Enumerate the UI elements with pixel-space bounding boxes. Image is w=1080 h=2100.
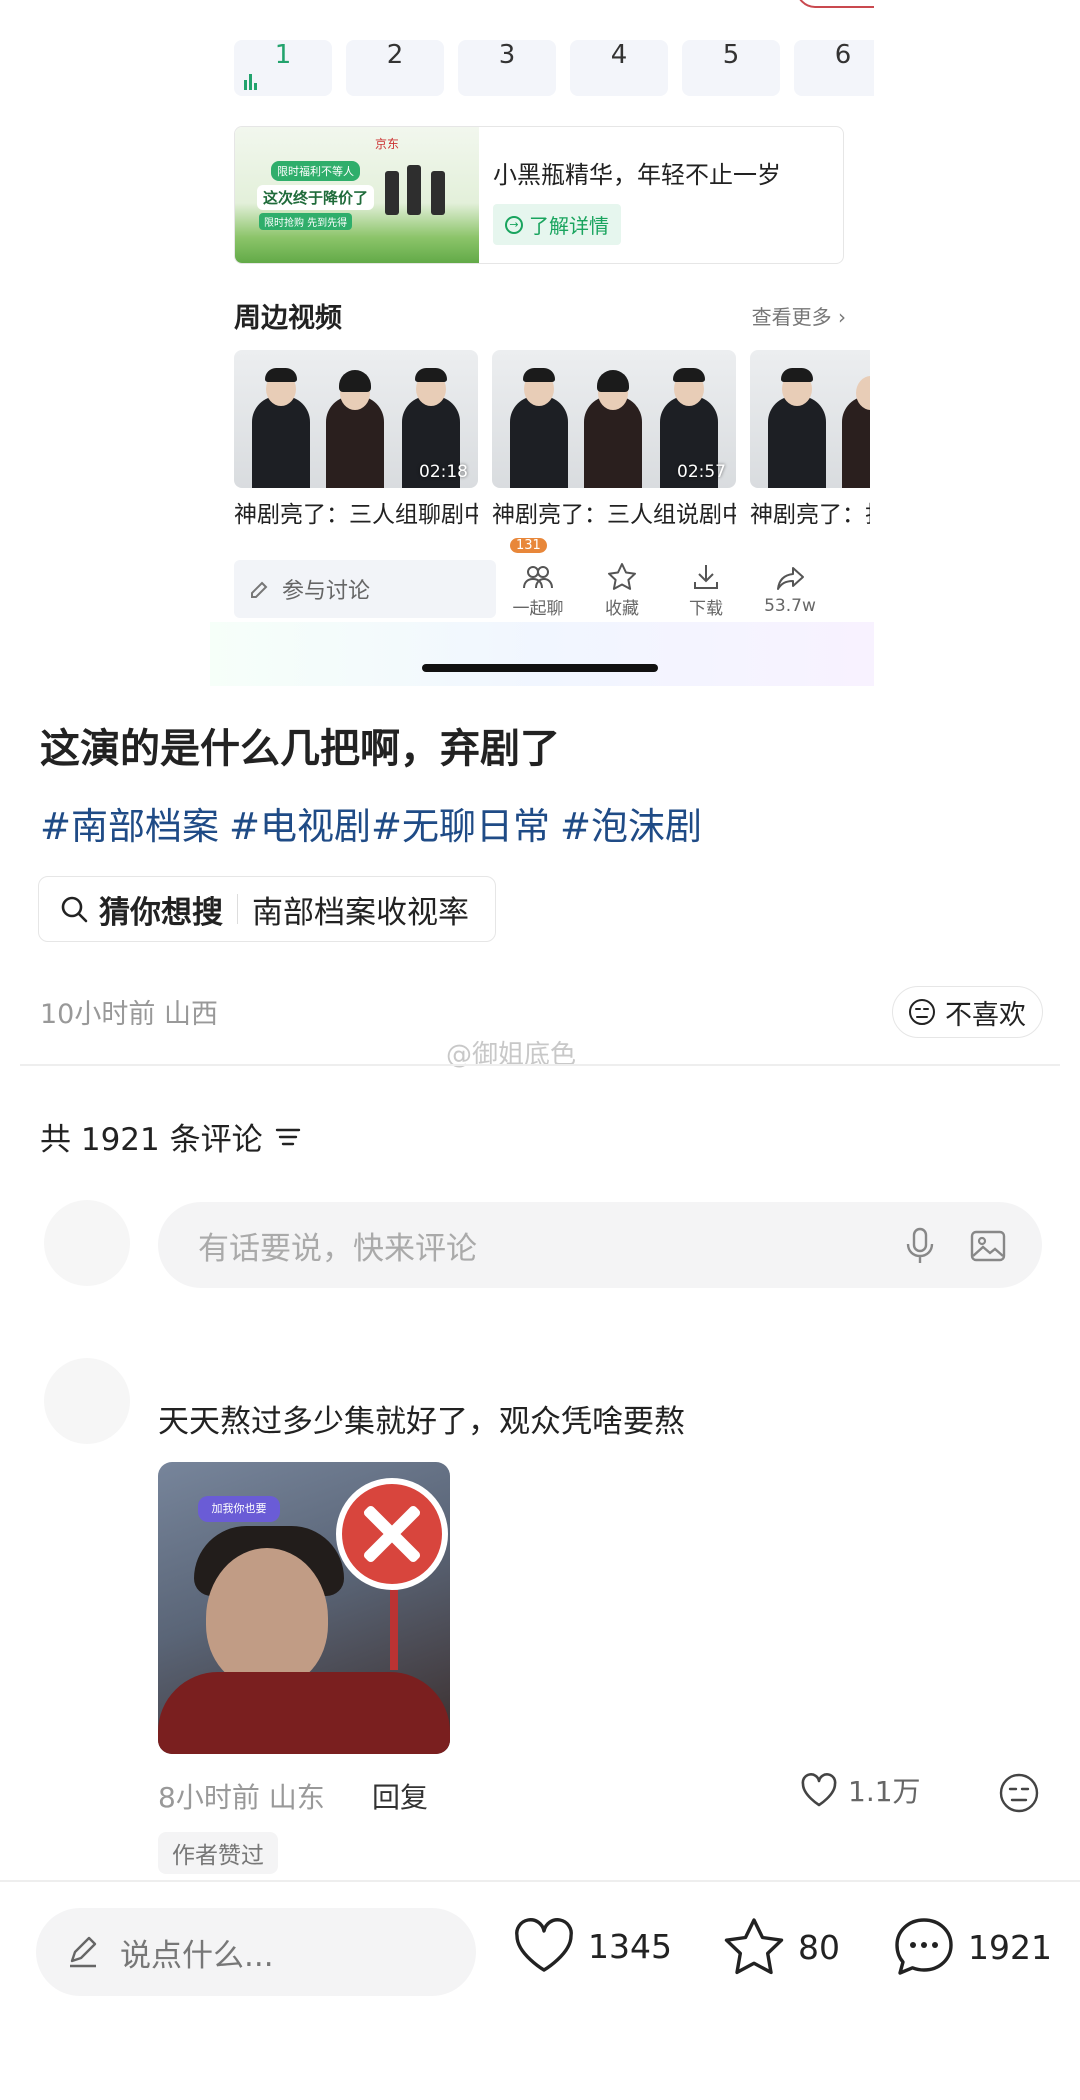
ad-subline: 限时抢购 先到先得: [259, 213, 353, 230]
see-more-link[interactable]: 查看更多 ›: [752, 301, 846, 330]
avatar[interactable]: [44, 1358, 130, 1444]
episode-item[interactable]: 1: [234, 40, 332, 96]
comment-button[interactable]: 1921: [892, 1916, 1052, 1978]
download-icon: [694, 564, 718, 589]
share-icon: [777, 567, 804, 590]
edit-icon: [251, 581, 268, 598]
dislike-button[interactable]: 不喜欢: [892, 986, 1043, 1038]
divider: [237, 894, 238, 924]
video-card[interactable]: 02:18 神剧亮了：三人组聊剧中一起看探花: [234, 350, 478, 558]
hashtag-link[interactable]: #泡沫剧: [560, 805, 702, 848]
follow-button[interactable]: [796, 0, 874, 8]
comment-text: 天天熬过多少集就好了，观众凭啥要熬: [158, 1404, 685, 1440]
author-liked-badge: 作者赞过: [158, 1832, 278, 1874]
arrow-right-icon: →: [505, 215, 523, 234]
episode-selector: 1 2 3 4 5 6: [234, 40, 874, 96]
video-thumbnail: 02:57: [492, 350, 736, 488]
video-title: 神剧亮了：三人组聊剧中一起看探花: [234, 502, 478, 528]
home-indicator: [422, 664, 658, 672]
comment-like-button[interactable]: 1.1万: [798, 1770, 921, 1810]
section-title: 周边视频: [234, 303, 342, 334]
ad-title: 小黑瓶精华，年轻不止一岁: [493, 161, 781, 189]
ad-brand: 京东: [375, 137, 400, 151]
sort-icon: [275, 1128, 300, 1145]
video-card[interactable]: 神剧亮了：打印角色: [750, 350, 870, 558]
comment-bubble-icon: [895, 1918, 953, 1975]
video-title: 神剧亮了：打印角色: [750, 502, 870, 528]
say-something-input[interactable]: 说点什么...: [36, 1908, 476, 1996]
ad-image: 京东 限时福利不等人 这次终于降价了 限时抢购 先到先得: [235, 127, 479, 263]
avatar: [44, 1200, 130, 1286]
bottom-action-bar: 说点什么... 1345 80 1921: [0, 1880, 1080, 2100]
favorite-button[interactable]: 收藏: [580, 560, 664, 619]
episode-item[interactable]: 5: [682, 40, 780, 96]
product-icon: [407, 165, 421, 215]
heart-icon: [801, 1773, 837, 1807]
hashtag-list: #南部档案 #电视剧#无聊日常 #泡沫剧: [40, 796, 712, 850]
download-button[interactable]: 下载: [664, 560, 748, 619]
embedded-action-bar: 参与讨论 一起聊 131 收藏 下载 53.7w: [234, 537, 846, 622]
divider: [20, 1064, 1060, 1066]
episode-item[interactable]: 6: [794, 40, 874, 96]
image-label: 加我你也要: [198, 1496, 280, 1522]
ad-details-button[interactable]: → 了解详情: [493, 204, 621, 245]
episode-item[interactable]: 2: [346, 40, 444, 96]
ad-badge: 限时福利不等人: [271, 161, 360, 181]
product-icon: [431, 171, 445, 215]
star-icon: [724, 1918, 784, 1975]
hashtag-link[interactable]: #电视剧#无聊日常: [229, 805, 550, 848]
guess-label: 猜你想搜: [99, 894, 223, 931]
playing-icon: [244, 74, 258, 90]
embedded-screenshot: 1 2 3 4 5 6 京东 限时福利不等人 这次终于降价了 限时抢购 先到先得…: [210, 0, 874, 686]
video-duration: 02:57: [677, 462, 726, 482]
ad-card[interactable]: 京东 限时福利不等人 这次终于降价了 限时抢购 先到先得 小黑瓶精华，年轻不止一…: [234, 126, 844, 264]
comment-image[interactable]: 加我你也要: [158, 1462, 450, 1754]
suggested-search[interactable]: 猜你想搜 南部档案收视率: [38, 876, 496, 942]
comment-input[interactable]: 有话要说，快来评论: [158, 1202, 1042, 1288]
video-thumbnail: 02:18: [234, 350, 478, 488]
favorite-button[interactable]: 80: [722, 1916, 840, 1978]
count-badge: 131: [510, 537, 547, 553]
microphone-icon[interactable]: [902, 1226, 938, 1266]
meh-face-icon: [909, 999, 935, 1025]
video-list: 02:18 神剧亮了：三人组聊剧中一起看探花 02:57 神剧亮了：三人组说剧中…: [234, 350, 870, 558]
image-icon[interactable]: [968, 1226, 1008, 1266]
star-icon: [608, 562, 636, 590]
video-thumbnail: [750, 350, 870, 488]
embedded-bottom-strip: [210, 622, 874, 686]
episode-item[interactable]: 4: [570, 40, 668, 96]
group-chat-icon: [523, 565, 553, 588]
post-title: 这演的是什么几把啊，弃剧了: [40, 726, 560, 772]
video-card[interactable]: 02:57 神剧亮了：三人组说剧中的关系: [492, 350, 736, 558]
heart-icon: [515, 1918, 573, 1972]
ad-headline: 这次终于降价了: [257, 185, 375, 210]
discuss-input[interactable]: 参与讨论: [234, 560, 496, 618]
meh-face-icon[interactable]: [998, 1772, 1040, 1814]
comment-count[interactable]: 共 1921 条评论: [40, 1114, 303, 1159]
chat-together-button[interactable]: 一起聊 131: [496, 537, 580, 619]
share-button[interactable]: 53.7w: [748, 562, 832, 616]
pencil-icon: [70, 1936, 97, 1968]
search-icon: [61, 896, 88, 923]
reply-button[interactable]: 回复: [372, 1776, 428, 1816]
guess-query: 南部档案收视率: [252, 894, 469, 931]
cross-icon: [336, 1478, 448, 1590]
like-button[interactable]: 1345: [512, 1916, 672, 1976]
hashtag-link[interactable]: #南部档案: [40, 805, 219, 848]
comment-meta: 8小时前 山东: [158, 1781, 325, 1814]
video-duration: 02:18: [419, 462, 468, 482]
product-icon: [385, 171, 399, 215]
episode-item[interactable]: 3: [458, 40, 556, 96]
post-meta: 10小时前 山西: [40, 999, 218, 1030]
